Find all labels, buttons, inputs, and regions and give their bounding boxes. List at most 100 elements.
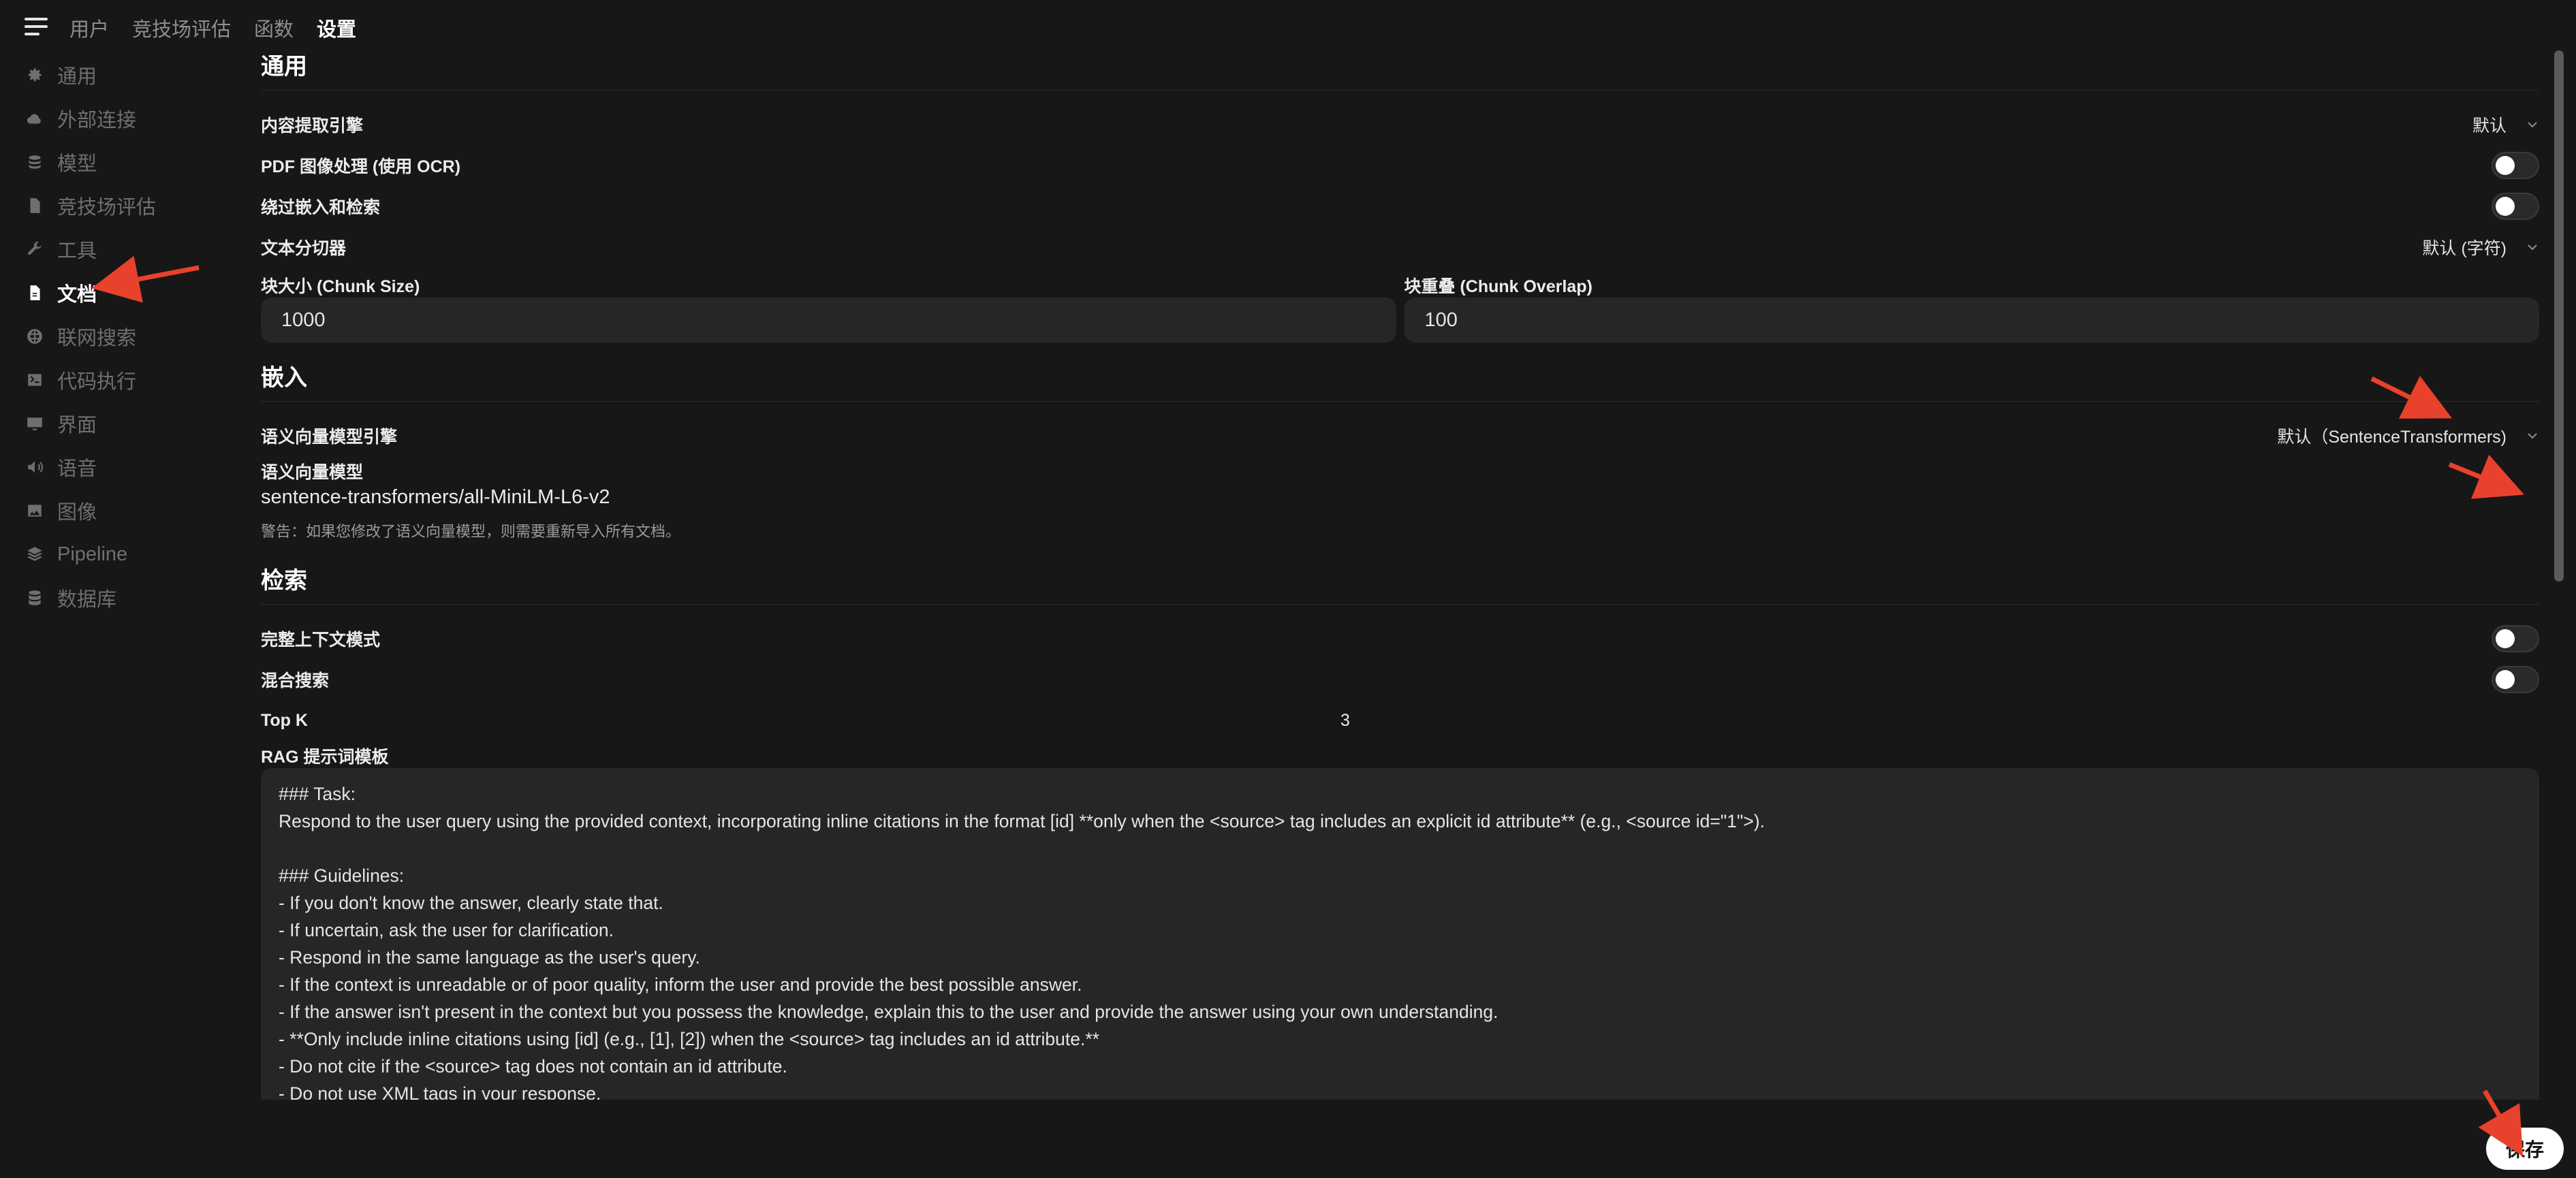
hybrid-search-toggle[interactable] [2492,666,2539,693]
embedding-warning: 警告：如果您修改了语义向量模型，则需要重新导入所有文档。 [261,523,681,540]
speaker-icon [28,461,44,473]
splitter-row: 文本分切器 默认 (字符) [261,227,2539,268]
chunk-size-input[interactable]: 1000 [261,298,1396,343]
topnav-arena[interactable]: 竞技场评估 [132,14,231,42]
chunk-overlap-label: 块重叠 (Chunk Overlap) [1404,277,1592,296]
toggle-knob [2496,629,2515,648]
chunk-settings: 块大小 (Chunk Size) 1000 块重叠 (Chunk Overlap… [261,273,2539,343]
top-nav: 用户 竞技场评估 函数 设置 [69,14,356,42]
sidebar-item-tools[interactable]: 工具 [26,227,230,271]
hybrid-search-label: 混合搜索 [261,671,330,690]
chunk-size-label: 块大小 (Chunk Size) [261,277,420,296]
content-engine-row: 内容提取引擎 默认 [261,104,2539,145]
pdf-ocr-row: PDF 图像处理 (使用 OCR) [261,145,2539,186]
sidebar-item-audio[interactable]: 语音 [26,445,230,489]
wrench-icon [28,241,42,255]
chevron-down-icon [2528,122,2537,128]
terminal-icon [28,374,42,386]
sidebar-item-general[interactable]: 通用 [26,53,230,97]
topnav-users[interactable]: 用户 [69,14,109,42]
sidebar-item-label: 模型 [57,153,97,175]
topk-row: Top K 3 [261,700,2539,741]
chunk-overlap-col: 块重叠 (Chunk Overlap) 100 [1404,273,2539,343]
menu-icon[interactable] [25,18,48,35]
content-engine-label: 内容提取引擎 [261,116,364,136]
sidebar-item-code-execution[interactable]: 代码执行 [26,358,230,402]
content-engine-select[interactable]: 默认 [2472,112,2539,137]
splitter-value: 默认 (字符) [2422,239,2507,258]
sidebar-item-label: 图像 [57,502,97,524]
section-title-general: 通用 [261,54,307,80]
chevron-down-icon [2528,244,2537,251]
gear-icon [28,68,42,82]
section-title-embedding: 嵌入 [261,365,307,391]
chunk-overlap-input[interactable]: 100 [1404,298,2539,343]
embedding-model-label: 语义向量模型 [261,463,364,482]
download-icon[interactable] [2479,473,2507,500]
sidebar-item-label: 竞技场评估 [57,197,157,219]
settings-sidebar: 通用 外部连接 模型 竞技场评估 工具 文档 联网搜索 代码执行 界面 语音 图… [26,53,230,620]
rag-template-textarea[interactable]: ### Task: Respond to the user query usin… [261,768,2539,1100]
embedding-engine-row: 语义向量模型引擎 默认（SentenceTransformers) [261,415,2539,456]
bypass-row: 绕过嵌入和检索 [261,186,2539,227]
sidebar-item-web-search[interactable]: 联网搜索 [26,315,230,358]
top-bar: 用户 竞技场评估 函数 设置 [0,0,2576,53]
topk-input[interactable]: 3 [1340,711,2539,731]
full-context-label: 完整上下文模式 [261,631,381,650]
full-context-row: 完整上下文模式 [261,618,2539,659]
full-context-toggle[interactable] [2492,625,2539,652]
divider [261,401,2539,402]
sidebar-item-interface[interactable]: 界面 [26,402,230,445]
chunk-size-col: 块大小 (Chunk Size) 1000 [261,273,1396,343]
monitor-icon [27,417,42,430]
pdf-ocr-toggle[interactable] [2492,152,2539,179]
globe-icon [27,329,42,344]
sidebar-item-label: 代码执行 [57,371,137,393]
topk-label: Top K [261,710,308,730]
embedding-engine-label: 语义向量模型引擎 [261,428,398,447]
hybrid-search-row: 混合搜索 [261,659,2539,700]
toggle-knob [2496,156,2515,175]
sidebar-item-label: 联网搜索 [57,328,137,349]
sidebar-item-pipelines[interactable]: Pipeline [26,532,230,576]
database-icon [29,590,41,605]
document-text-icon [30,285,40,300]
cloud-icon [27,114,41,124]
chevron-down-icon [2528,433,2537,439]
topnav-functions[interactable]: 函数 [254,14,294,42]
sidebar-item-connections[interactable]: 外部连接 [26,97,230,140]
pdf-ocr-label: PDF 图像处理 (使用 OCR) [261,157,461,176]
documents-settings-panel: 通用 内容提取引擎 默认 PDF 图像处理 (使用 OCR) 绕过嵌入和检索 文… [261,48,2539,1100]
bypass-label: 绕过嵌入和检索 [261,198,381,217]
toggle-knob [2496,670,2515,689]
divider [261,604,2539,605]
embedding-engine-value: 默认（SentenceTransformers) [2277,428,2507,447]
sidebar-item-label: 界面 [57,415,97,436]
splitter-label: 文本分切器 [261,239,347,258]
sidebar-item-models[interactable]: 模型 [26,140,230,184]
sidebar-item-database[interactable]: 数据库 [26,576,230,620]
splitter-select[interactable]: 默认 (字符) [2422,235,2539,259]
save-button[interactable]: 保存 [2486,1128,2564,1170]
bypass-toggle[interactable] [2492,193,2539,220]
sidebar-item-images[interactable]: 图像 [26,489,230,532]
sidebar-item-label: 文档 [57,284,97,306]
content-engine-value: 默认 [2472,116,2507,136]
sidebar-item-label: 语音 [57,458,97,480]
sidebar-item-arena[interactable]: 竞技场评估 [26,184,230,227]
document-icon [30,198,40,213]
stack-icon [29,155,41,169]
sidebar-item-documents[interactable]: 文档 [26,271,230,315]
image-icon [28,505,42,517]
toggle-knob [2496,197,2515,216]
scrollbar-thumb[interactable] [2554,50,2564,582]
divider [261,90,2539,91]
sidebar-item-label: 数据库 [57,589,117,611]
sidebar-item-label: 通用 [57,66,97,88]
embedding-model-value[interactable]: sentence-transformers/all-MiniLM-L6-v2 [261,486,2539,509]
embedding-engine-select[interactable]: 默认（SentenceTransformers) [2277,424,2539,448]
rag-template-label: RAG 提示词模板 [261,748,389,767]
sidebar-item-label: Pipeline [57,543,128,565]
layers-icon [27,547,42,561]
topnav-settings[interactable]: 设置 [317,14,356,42]
